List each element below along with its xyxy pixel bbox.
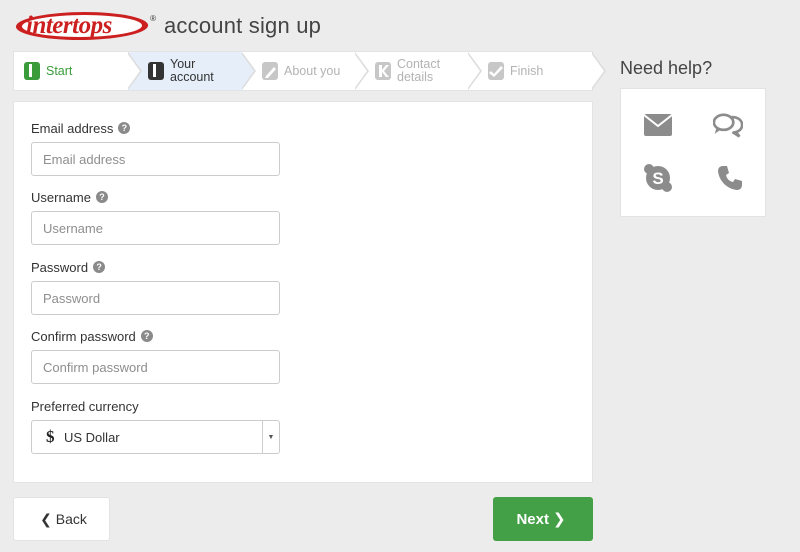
- pencil-icon: [262, 62, 278, 80]
- next-button[interactable]: Next ❯: [493, 497, 593, 541]
- step-finish-label: Finish: [510, 63, 544, 78]
- email-field-group: Email address ?: [31, 120, 280, 176]
- help-icon[interactable]: ?: [93, 261, 106, 273]
- currency-field-group: Preferred currency $ US Dollar ▼: [31, 398, 280, 454]
- username-label-text: Username: [31, 189, 91, 205]
- step-your-account-label: Your account: [170, 57, 214, 84]
- email-label-text: Email address: [31, 120, 114, 136]
- username-label: Username ?: [31, 189, 280, 205]
- chat-icon[interactable]: [713, 110, 743, 140]
- dropdown-arrow-icon[interactable]: ▼: [262, 421, 279, 453]
- step-separator: [591, 52, 606, 90]
- chevron-right-icon: ❯: [552, 511, 566, 528]
- logo-registered-mark: ®: [150, 14, 156, 23]
- confirm-password-label: Confirm password ?: [31, 328, 280, 344]
- phone-icon[interactable]: [715, 163, 745, 193]
- password-input[interactable]: [31, 281, 280, 315]
- back-button[interactable]: ❮ Back: [13, 497, 110, 541]
- step-about-you-label: About you: [284, 63, 341, 78]
- need-help-title: Need help?: [620, 58, 713, 78]
- email-input[interactable]: [31, 142, 280, 176]
- password-label: Password ?: [31, 259, 280, 275]
- step-account-icon: [148, 62, 164, 80]
- currency-label-text: Preferred currency: [31, 398, 139, 414]
- skype-icon[interactable]: S: [643, 163, 673, 193]
- step-your-account[interactable]: Your account: [128, 52, 256, 90]
- password-field-group: Password ?: [31, 259, 280, 315]
- step-start-label: Start: [46, 63, 73, 78]
- logo-text: intertops: [26, 12, 112, 39]
- help-icon[interactable]: ?: [140, 330, 153, 342]
- username-input[interactable]: [31, 211, 280, 245]
- confirm-password-label-text: Confirm password: [31, 328, 136, 344]
- signup-form: Email address ? Username ? Password ? Co…: [13, 101, 593, 483]
- currency-select[interactable]: $ US Dollar ▼: [31, 420, 280, 454]
- step-separator: [354, 52, 369, 90]
- step-finish[interactable]: Finish: [468, 52, 606, 90]
- chevron-left-icon: ❮: [40, 510, 52, 527]
- step-separator: [241, 52, 256, 90]
- email-label: Email address ?: [31, 120, 280, 136]
- confirm-password-field-group: Confirm password ?: [31, 328, 280, 384]
- step-separator: [467, 52, 482, 90]
- help-icon[interactable]: ?: [95, 191, 108, 203]
- confirm-password-input[interactable]: [31, 350, 280, 384]
- svg-text:S: S: [652, 169, 663, 188]
- page-header: intertops ® account sign up: [13, 6, 322, 46]
- signup-steps: Start Your account About you Contact det…: [13, 51, 606, 91]
- step-separator: [127, 52, 142, 90]
- username-field-group: Username ?: [31, 189, 280, 245]
- step-contact-details[interactable]: Contact details: [355, 52, 482, 90]
- help-icon[interactable]: ?: [118, 122, 131, 134]
- intertops-logo[interactable]: intertops ®: [13, 8, 156, 44]
- currency-label: Preferred currency: [31, 398, 280, 414]
- check-icon: [488, 62, 504, 80]
- email-icon[interactable]: [643, 110, 673, 140]
- password-label-text: Password: [31, 259, 89, 275]
- back-button-label: Back: [55, 511, 87, 527]
- step-start[interactable]: Start: [14, 52, 142, 90]
- step-1-icon: [24, 62, 40, 80]
- currency-value: US Dollar: [64, 429, 120, 445]
- dollar-icon: $: [46, 427, 55, 446]
- help-panel: S: [620, 88, 766, 217]
- next-button-label: Next: [516, 510, 549, 528]
- contact-icon: [375, 62, 391, 80]
- step-contact-details-label: Contact details: [397, 57, 441, 84]
- step-about-you[interactable]: About you: [242, 52, 369, 90]
- page-title: account sign up: [164, 13, 322, 38]
